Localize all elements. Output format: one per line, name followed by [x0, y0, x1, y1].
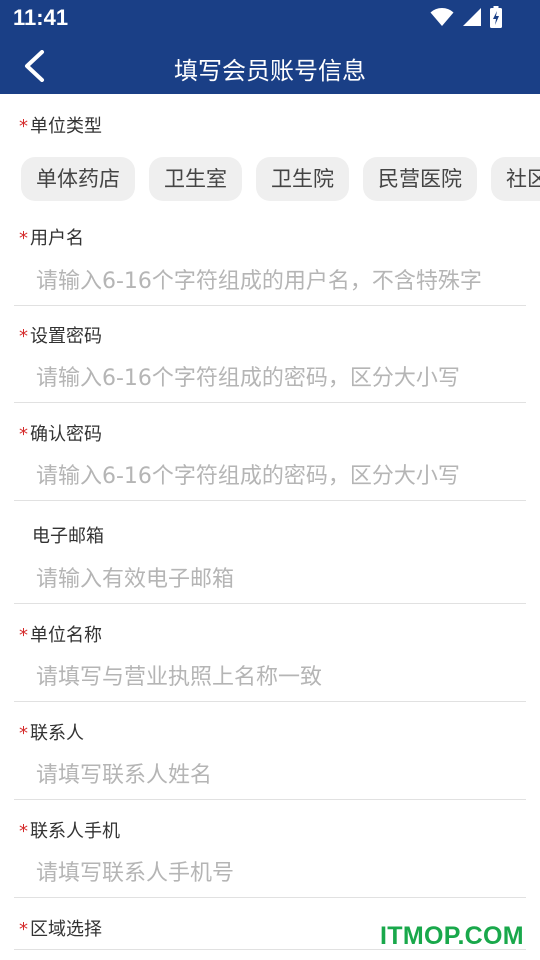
required-mark: *: [19, 424, 28, 445]
password-label: * 设置密码: [19, 326, 102, 347]
unit-type-option[interactable]: 卫生室: [149, 157, 242, 201]
username-input[interactable]: [36, 259, 526, 303]
battery-charging-icon: [490, 6, 502, 28]
unit-type-option[interactable]: 卫生院: [256, 157, 349, 201]
password-input[interactable]: [36, 356, 526, 400]
username-field: [14, 259, 526, 306]
watermark: ITMOP.COM: [380, 922, 524, 950]
required-mark: *: [19, 723, 28, 744]
required-mark: *: [19, 116, 28, 137]
required-mark: *: [19, 326, 28, 347]
registration-form: *单位类型 单体药店卫生室卫生院民营医院社区 *用户名 *设置密码 *确认密码 …: [0, 94, 540, 960]
unit-name-label: * 单位名称: [19, 625, 102, 646]
status-bar: 11:41: [0, 0, 540, 38]
page-title: 填写会员账号信息: [174, 57, 366, 85]
contact-field: [14, 753, 526, 800]
unit-type-option[interactable]: 民营医院: [363, 157, 477, 201]
email-input[interactable]: [36, 557, 526, 601]
password-field: [14, 356, 526, 403]
confirm-password-label: * 确认密码: [19, 424, 102, 445]
confirm-password-input[interactable]: [36, 454, 526, 498]
unit-name-input[interactable]: [36, 655, 526, 699]
unit-type-option[interactable]: 社区: [491, 157, 540, 201]
unit-type-options: 单体药店 卫生室 卫生院 民营医院 社区: [21, 157, 540, 201]
unit-type-label: * 单位类型: [19, 116, 102, 137]
signal-icon: [463, 8, 481, 26]
contact-label: * 联系人: [19, 723, 84, 744]
username-label: * 用户名: [19, 228, 84, 249]
contact-phone-input[interactable]: [36, 851, 526, 895]
wifi-icon: [430, 8, 454, 26]
app-bar: 填写会员账号信息: [0, 38, 540, 94]
confirm-password-field: [14, 454, 526, 501]
status-time: 11:41: [13, 5, 69, 30]
required-mark: *: [19, 919, 28, 940]
contact-phone-label: * 联系人手机: [19, 821, 120, 842]
email-label: 电子邮箱: [32, 526, 104, 547]
unit-name-field: [14, 655, 526, 702]
status-icons: [430, 6, 502, 28]
contact-input[interactable]: [36, 753, 526, 797]
region-label: * 区域选择: [19, 919, 102, 940]
required-mark: *: [19, 625, 28, 646]
required-mark: *: [19, 821, 28, 842]
contact-phone-field: [14, 851, 526, 898]
unit-type-option[interactable]: 单体药店: [21, 157, 135, 201]
email-field: [14, 557, 526, 604]
required-mark: *: [19, 228, 28, 249]
